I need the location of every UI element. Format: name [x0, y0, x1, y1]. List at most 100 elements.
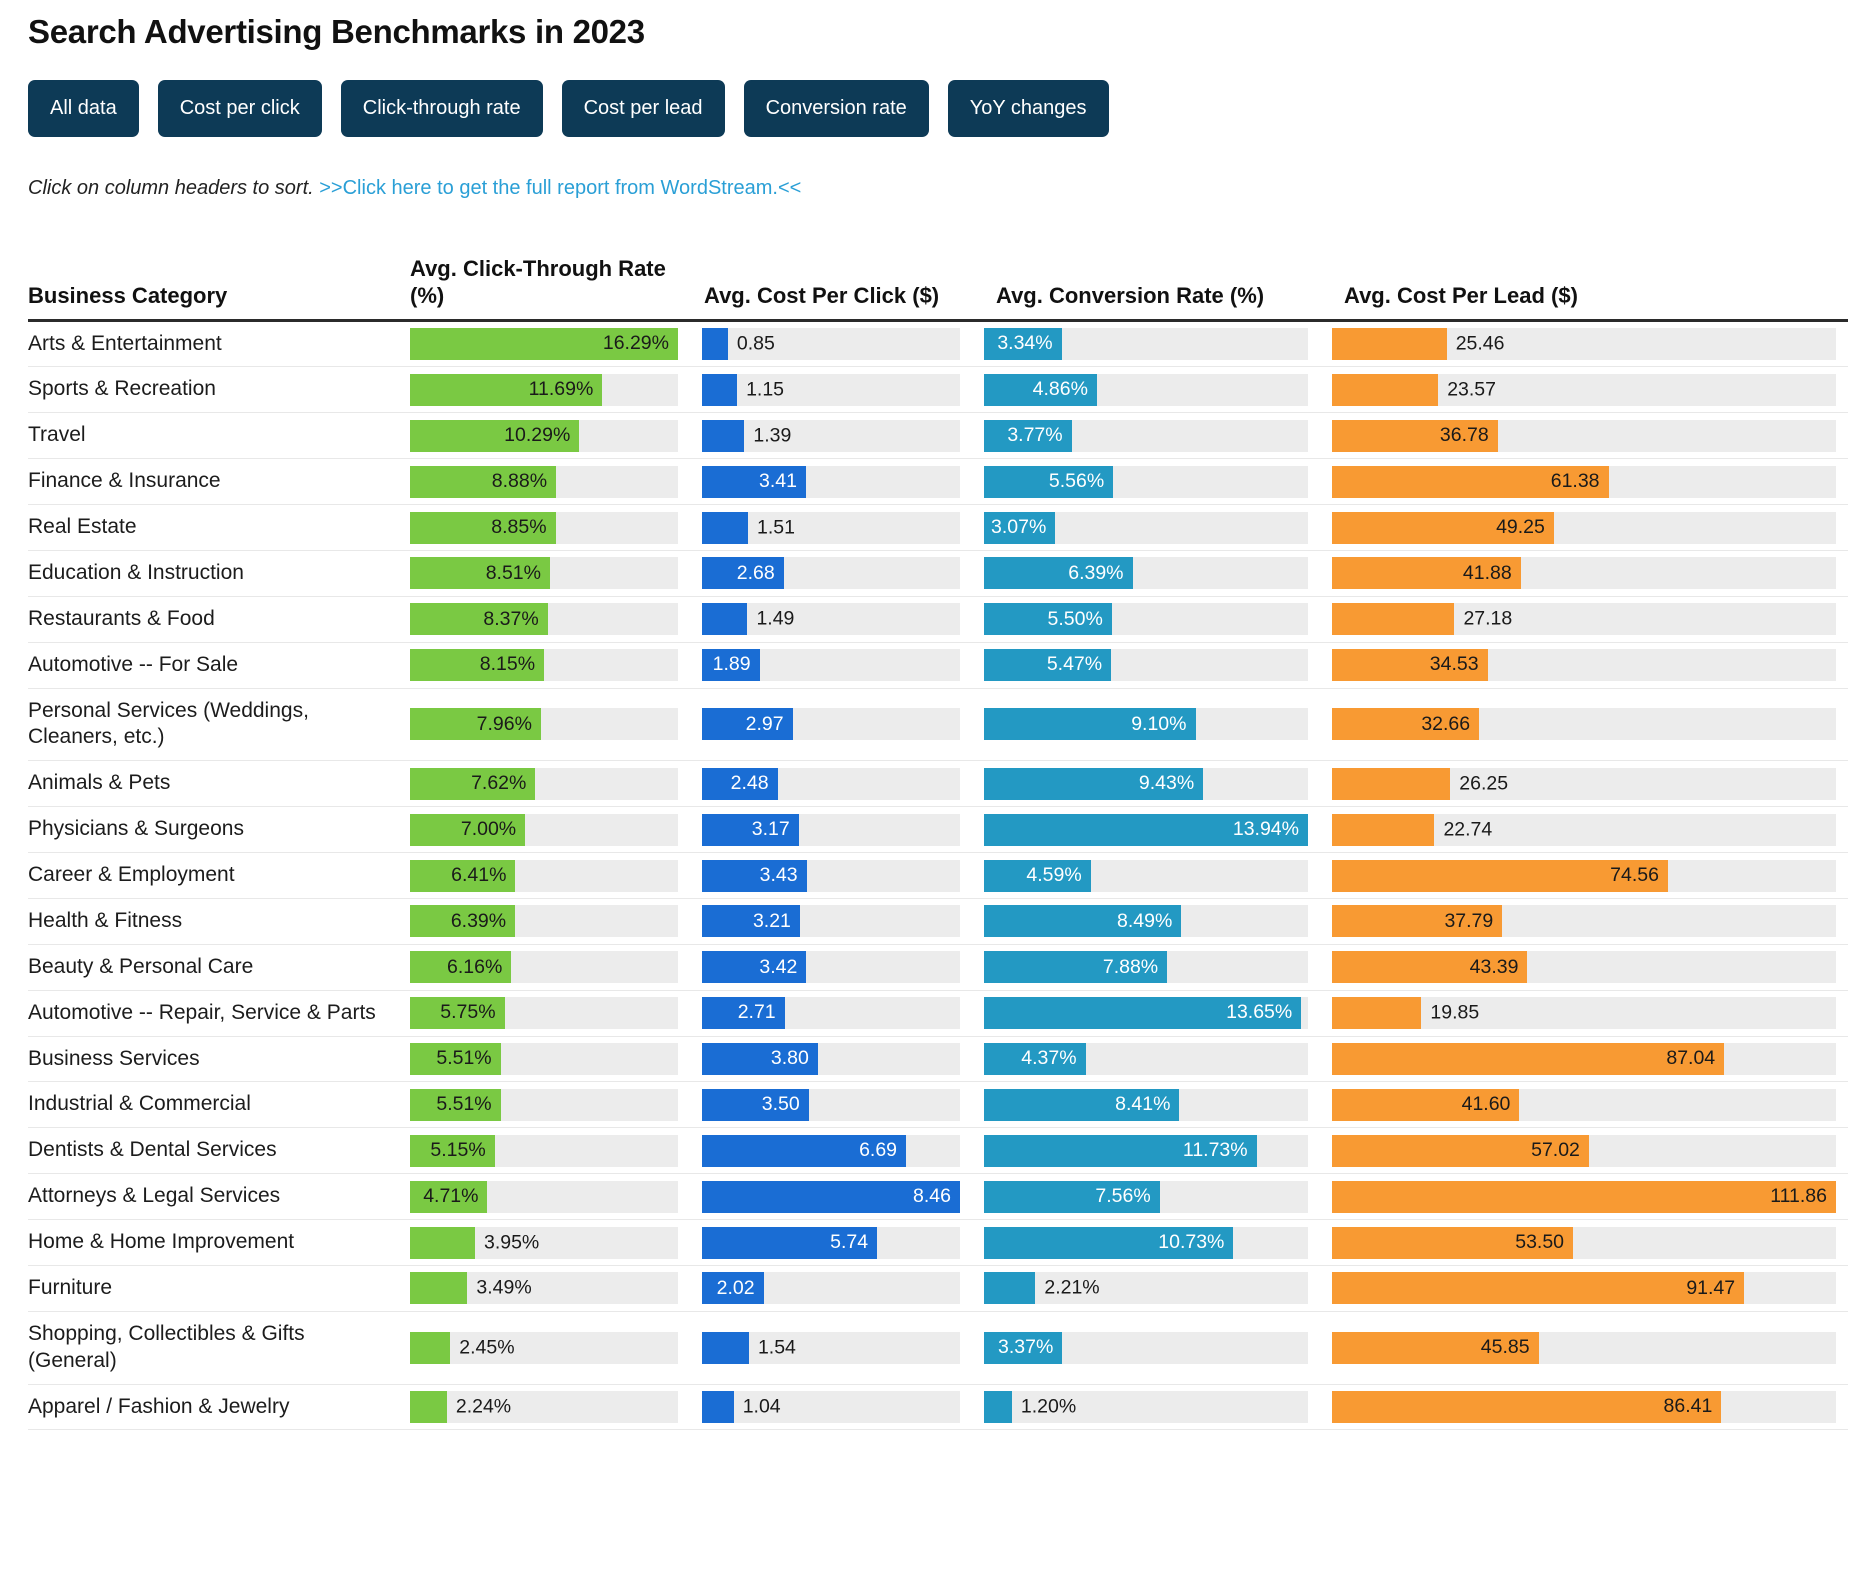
bar-value-cvr: 9.43%	[1138, 772, 1195, 795]
bar-track-cvr: 9.43%	[984, 767, 1308, 800]
bar-track-cpl: 91.47	[1332, 1272, 1836, 1305]
bar-fill-ctr: 8.37%	[410, 603, 548, 636]
cell-cvr: 5.56%	[972, 459, 1320, 505]
bar-value-cpl: 41.60	[1461, 1093, 1511, 1116]
column-header-click-through-rate[interactable]: Avg. Click-Through Rate (%)	[398, 255, 690, 321]
bar-track-cvr: 4.59%	[984, 859, 1308, 892]
bar-value-cpc: 2.68	[736, 561, 775, 584]
filter-button-click-through-rate[interactable]: Click-through rate	[340, 79, 543, 137]
table-row: Business Services 5.51% 3.80 4.37% 87.04	[28, 1036, 1848, 1082]
bar-fill-ctr	[410, 1391, 447, 1424]
filter-button-all-data[interactable]: All data	[28, 79, 139, 137]
row-category-label: Arts & Entertainment	[28, 331, 222, 355]
row-category-label: Personal Services (Weddings, Cleaners, e…	[28, 698, 309, 749]
row-category-label: Education & Instruction	[28, 560, 244, 584]
cell-ctr: 2.24%	[398, 1384, 690, 1430]
cell-ctr: 7.00%	[398, 807, 690, 853]
column-header-cost-per-lead[interactable]: Avg. Cost Per Lead ($)	[1320, 255, 1848, 321]
cell-cpl: 25.46	[1320, 320, 1848, 367]
bar-fill-cvr: 3.07%	[984, 511, 1056, 544]
bar-value-ctr: 7.00%	[460, 817, 517, 840]
cell-cpl: 86.41	[1320, 1384, 1848, 1430]
filter-button-cost-per-lead[interactable]: Cost per lead	[561, 79, 725, 137]
bar-track-cpl: 49.25	[1332, 511, 1836, 544]
cell-cpc: 2.02	[690, 1265, 972, 1311]
cell-cpc: 5.74	[690, 1220, 972, 1266]
bar-track-ctr: 10.29%	[410, 419, 678, 452]
bar-track-cpl: 86.41	[1332, 1391, 1836, 1424]
bar-track-cpl: 41.60	[1332, 1088, 1836, 1121]
bar-fill-cvr: 7.56%	[984, 1180, 1160, 1213]
bar-value-ctr: 5.51%	[436, 1093, 492, 1116]
bar-track-cpc: 1.04	[702, 1391, 960, 1424]
bar-value-cvr: 4.59%	[1026, 863, 1082, 886]
bar-track-ctr: 6.41%	[410, 859, 678, 892]
bar-fill-cpc: 2.48	[702, 767, 778, 800]
bar-value-ctr: 5.15%	[430, 1139, 486, 1162]
cell-cvr: 4.37%	[972, 1036, 1320, 1082]
bar-track-cvr: 8.41%	[984, 1088, 1308, 1121]
bar-value-cpl: 34.53	[1429, 653, 1479, 676]
table-row: Arts & Entertainment 16.29% 0.85 3.34% 25.46	[28, 320, 1848, 367]
cell-ctr: 2.45%	[398, 1311, 690, 1384]
cell-cpc: 0.85	[690, 320, 972, 367]
row-category-label: Shopping, Collectibles & Gifts (General)	[28, 1321, 305, 1372]
filter-button-yoy-changes[interactable]: YoY changes	[947, 79, 1109, 137]
bar-fill-cpc: 3.80	[702, 1043, 818, 1076]
bar-fill-cpl: 36.78	[1332, 419, 1498, 452]
column-header-cost-per-click[interactable]: Avg. Cost Per Click ($)	[690, 255, 972, 321]
bar-track-cvr: 9.10%	[984, 708, 1308, 741]
cell-cpl: 91.47	[1320, 1265, 1848, 1311]
bar-value-cvr: 2.21%	[1044, 1276, 1100, 1299]
bar-fill-cpl: 43.39	[1332, 951, 1528, 984]
bar-fill-cpc	[702, 1391, 734, 1424]
bar-track-ctr: 7.00%	[410, 813, 678, 846]
filter-button-conversion-rate[interactable]: Conversion rate	[743, 79, 929, 137]
bar-fill-ctr: 4.71%	[410, 1180, 488, 1213]
row-category-label: Restaurants & Food	[28, 606, 215, 630]
cell-cpc: 2.71	[690, 990, 972, 1036]
table-row: Real Estate 8.85% 1.51 3.07% 49.25	[28, 505, 1848, 551]
bar-track-ctr: 5.15%	[410, 1134, 678, 1167]
bar-value-cvr: 7.88%	[1102, 955, 1159, 978]
cell-cpl: 53.50	[1320, 1220, 1848, 1266]
cell-cpc: 2.48	[690, 761, 972, 807]
bar-value-cvr: 5.56%	[1048, 469, 1105, 492]
cell-cpl: 27.18	[1320, 596, 1848, 642]
bar-value-cvr: 3.77%	[1007, 424, 1063, 447]
bar-fill-cpl	[1332, 767, 1451, 800]
bar-fill-cpc: 2.71	[702, 997, 785, 1030]
bar-fill-cpc: 3.42	[702, 951, 807, 984]
table-row: Automotive -- Repair, Service & Parts 5.7…	[28, 990, 1848, 1037]
bar-fill-cpl	[1332, 813, 1435, 846]
cell-cpc: 3.17	[690, 807, 972, 853]
bar-fill-cvr	[984, 1391, 1012, 1424]
bar-value-cpc: 1.54	[757, 1335, 796, 1358]
cell-cpl: 45.85	[1320, 1311, 1848, 1384]
cell-ctr: 8.88%	[398, 459, 690, 505]
bar-value-cpc: 0.85	[736, 332, 775, 355]
bar-fill-cpl: 53.50	[1332, 1226, 1574, 1259]
bar-track-cvr: 3.37%	[984, 1331, 1308, 1364]
bar-value-cpl: 32.66	[1421, 712, 1471, 735]
row-category-label: Physicians & Surgeons	[28, 817, 244, 841]
bar-track-cpl: 74.56	[1332, 859, 1836, 892]
bar-value-cpc: 5.74	[830, 1230, 869, 1253]
bar-fill-cpl: 34.53	[1332, 649, 1488, 682]
column-header-conversion-rate[interactable]: Avg. Conversion Rate (%)	[972, 255, 1320, 321]
filter-button-cost-per-click[interactable]: Cost per click	[157, 79, 322, 137]
bar-fill-cvr: 13.94%	[984, 813, 1308, 846]
cell-cpl: 74.56	[1320, 853, 1848, 899]
bar-track-cvr: 7.88%	[984, 951, 1308, 984]
bar-track-ctr: 8.88%	[410, 465, 678, 498]
bar-value-cvr: 7.56%	[1095, 1184, 1151, 1207]
bar-value-cpc: 1.89	[712, 653, 751, 676]
table-row: Shopping, Collectibles & Gifts (General)…	[28, 1311, 1848, 1385]
bar-fill-cvr: 3.77%	[984, 419, 1072, 452]
row-category-label: Dentists & Dental Services	[28, 1138, 277, 1162]
bar-fill-cvr: 4.86%	[984, 373, 1097, 406]
bar-value-ctr: 8.37%	[483, 607, 539, 630]
column-header-business-category[interactable]: Business Category	[28, 255, 398, 321]
cell-cpc: 1.54	[690, 1311, 972, 1384]
full-report-link[interactable]: >>Click here to get the full report from…	[319, 177, 801, 199]
